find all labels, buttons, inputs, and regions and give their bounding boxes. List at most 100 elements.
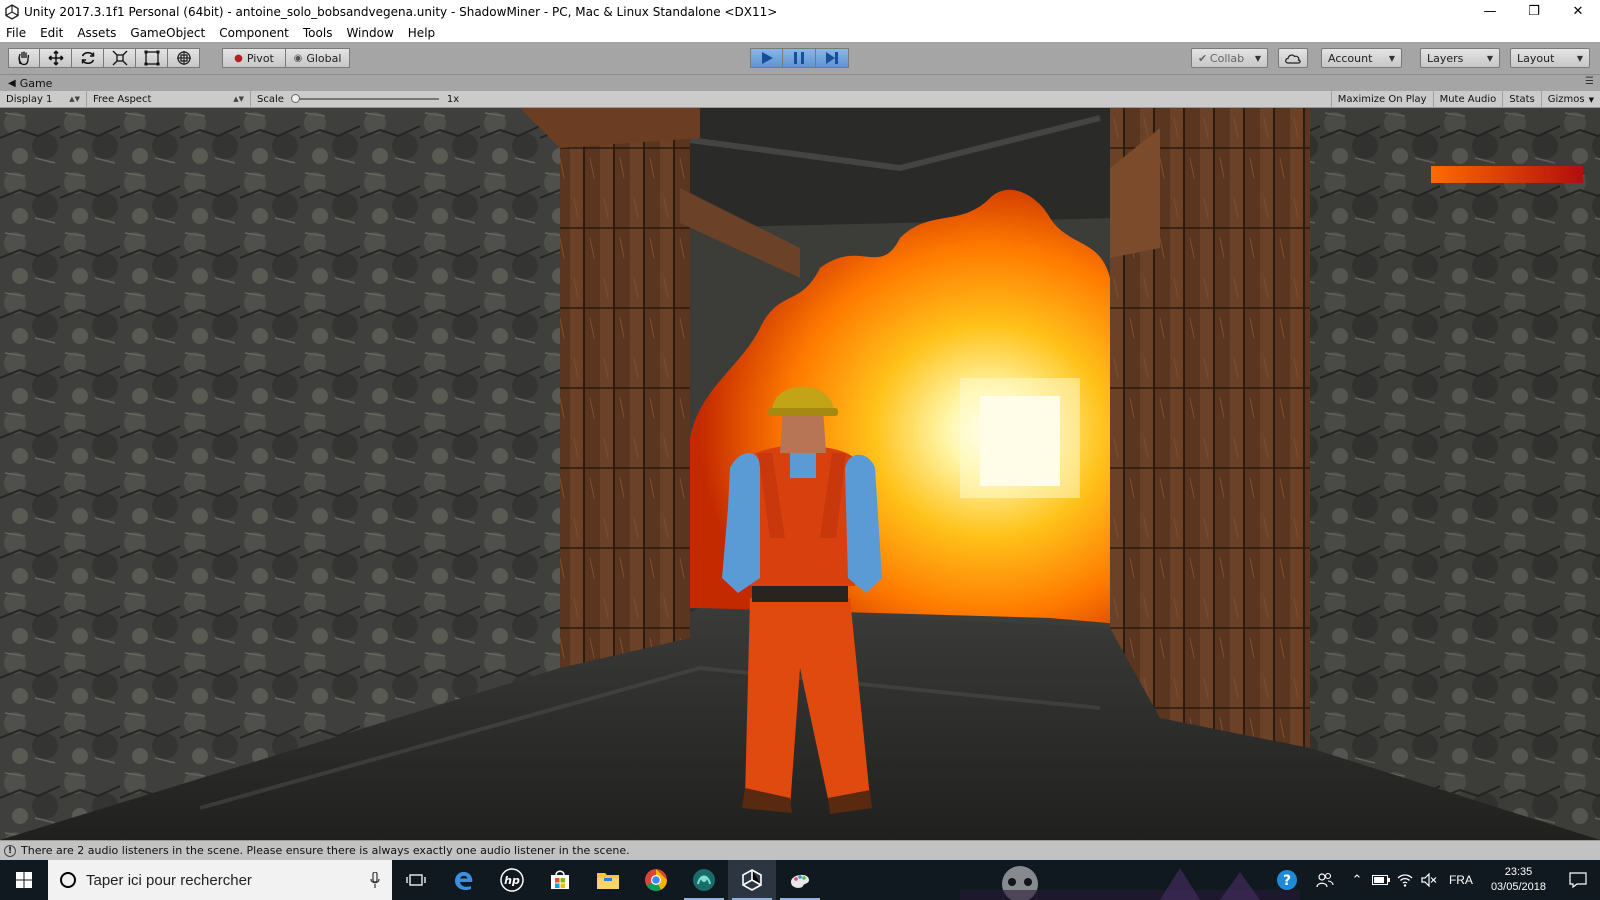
rotate-icon — [81, 51, 94, 65]
menu-window[interactable]: Window — [346, 26, 393, 40]
menu-assets[interactable]: Assets — [77, 26, 116, 40]
taskbar-app-store[interactable] — [536, 860, 584, 900]
wifi-icon — [1397, 874, 1413, 887]
chevron-up-icon: ⌃ — [1351, 872, 1363, 888]
mine-tunnel-scene — [0, 108, 1600, 840]
mute-audio-toggle[interactable]: Mute Audio — [1432, 91, 1503, 108]
maximize-on-play-toggle[interactable]: Maximize On Play — [1330, 91, 1433, 108]
taskbar-app-explorer[interactable] — [584, 860, 632, 900]
gizmos-dropdown[interactable]: Gizmos ▼ — [1540, 91, 1600, 108]
wallpaper-peek — [960, 866, 1300, 900]
rect-tool-button[interactable] — [136, 48, 168, 68]
aspect-dropdown[interactable]: Free Aspect ▲▼ — [87, 90, 251, 108]
step-button[interactable] — [816, 48, 849, 68]
console-status-bar[interactable]: ! There are 2 audio listeners in the sce… — [0, 840, 1600, 860]
transform-tool-button[interactable] — [168, 48, 200, 68]
taskbar-app-edge[interactable] — [440, 860, 488, 900]
taskbar-search-box[interactable]: Taper ici pour rechercher — [48, 860, 392, 900]
transform-icon — [176, 51, 191, 65]
stats-toggle[interactable]: Stats — [1502, 91, 1541, 108]
game-control-bar: Display 1 ▲▼ Free Aspect ▲▼ Scale 1x Max… — [0, 90, 1600, 108]
chevron-updown-icon: ▲▼ — [69, 95, 80, 103]
taskbar-app-hp[interactable]: hp — [488, 860, 536, 900]
play-controls — [750, 48, 849, 68]
start-button[interactable] — [0, 860, 48, 900]
menu-edit[interactable]: Edit — [40, 26, 63, 40]
cloud-group — [1278, 48, 1308, 68]
taskbar-app-teal[interactable] — [680, 860, 728, 900]
battery-tray[interactable] — [1369, 860, 1393, 900]
hand-icon — [18, 51, 30, 66]
scale-tool-button[interactable] — [104, 48, 136, 68]
windows-logo-icon — [16, 872, 32, 888]
task-view-button[interactable] — [392, 860, 440, 900]
restore-button[interactable]: ❐ — [1512, 0, 1556, 23]
volume-muted-icon — [1421, 873, 1437, 887]
main-toolbar: ● Pivot ◉ Global ✔ Collab ▼ Account ▼ La… — [0, 42, 1600, 75]
window-title: Unity 2017.3.1f1 Personal (64bit) - anto… — [24, 4, 778, 19]
svg-text:?: ? — [1283, 873, 1291, 889]
layers-dropdown[interactable]: Layers ▼ — [1420, 48, 1500, 68]
game-viewport[interactable] — [0, 108, 1600, 840]
display-dropdown[interactable]: Display 1 ▲▼ — [0, 90, 87, 108]
search-placeholder: Taper ici pour rechercher — [86, 871, 252, 889]
pause-button[interactable] — [783, 48, 816, 68]
cloud-icon — [1285, 54, 1301, 64]
taskbar-app-chrome[interactable] — [632, 860, 680, 900]
unity-logo-icon — [5, 3, 19, 20]
pivot-toggle[interactable]: ● Pivot — [222, 48, 286, 68]
rect-icon — [144, 50, 159, 66]
scale-slider-thumb[interactable] — [290, 94, 300, 103]
people-button[interactable] — [1305, 860, 1345, 900]
panel-menu-icon[interactable]: ☰ — [1585, 76, 1594, 87]
global-icon: ◉ — [293, 52, 303, 64]
system-tray: ? ⌃ FRA 23:35 03/05/2018 — [1269, 860, 1600, 900]
global-toggle[interactable]: ◉ Global — [286, 48, 350, 68]
transform-tools — [8, 48, 200, 68]
cloud-button[interactable] — [1278, 48, 1308, 68]
help-icon: ? — [1276, 870, 1297, 890]
minimize-button[interactable]: — — [1468, 0, 1512, 23]
taskbar-clock[interactable]: 23:35 03/05/2018 — [1491, 865, 1546, 895]
help-tray-button[interactable]: ? — [1269, 860, 1305, 900]
chevron-down-icon: ▼ — [1588, 95, 1594, 104]
volume-tray[interactable] — [1417, 860, 1441, 900]
tab-game-label: Game — [19, 76, 53, 90]
clock-time: 23:35 — [1504, 866, 1533, 878]
pivot-icon: ● — [234, 52, 243, 64]
layers-group: Layers ▼ — [1420, 48, 1500, 68]
wifi-tray[interactable] — [1393, 860, 1417, 900]
unity-icon — [742, 869, 762, 891]
player-health-bar — [1431, 166, 1583, 183]
windows-taskbar: Taper ici pour rechercher hp ? ⌃ FRA 23:… — [0, 860, 1600, 900]
menu-tools[interactable]: Tools — [303, 26, 333, 40]
account-dropdown[interactable]: Account ▼ — [1321, 48, 1402, 68]
layers-label: Layers — [1427, 51, 1464, 65]
move-tool-button[interactable] — [40, 48, 72, 68]
scale-slider[interactable] — [290, 94, 439, 103]
microphone-icon[interactable] — [370, 872, 380, 888]
rotate-tool-button[interactable] — [72, 48, 104, 68]
aspect-label: Free Aspect — [93, 93, 152, 105]
hand-tool-button[interactable] — [8, 48, 40, 68]
hp-icon: hp — [500, 868, 524, 892]
input-language[interactable]: FRA — [1449, 873, 1473, 887]
status-message: There are 2 audio listeners in the scene… — [21, 844, 630, 857]
menu-help[interactable]: Help — [408, 26, 435, 40]
menu-gameobject[interactable]: GameObject — [130, 26, 205, 40]
menu-component[interactable]: Component — [219, 26, 289, 40]
chevron-down-icon: ▼ — [1388, 53, 1395, 63]
teal-app-icon — [693, 869, 715, 891]
action-center-button[interactable] — [1556, 860, 1600, 900]
menu-file[interactable]: File — [6, 26, 26, 40]
taskbar-app-paint[interactable] — [776, 860, 824, 900]
clock-date: 03/05/2018 — [1490, 881, 1546, 893]
tab-game[interactable]: ◀ Game — [8, 77, 52, 90]
collab-dropdown[interactable]: ✔ Collab ▼ — [1191, 48, 1268, 68]
show-hidden-icons-button[interactable]: ⌃ — [1345, 860, 1369, 900]
play-button[interactable] — [750, 48, 783, 68]
close-button[interactable]: ✕ — [1556, 0, 1600, 23]
taskbar-app-unity[interactable] — [728, 860, 776, 900]
chrome-icon — [645, 869, 667, 891]
layout-dropdown[interactable]: Layout ▼ — [1510, 48, 1590, 68]
